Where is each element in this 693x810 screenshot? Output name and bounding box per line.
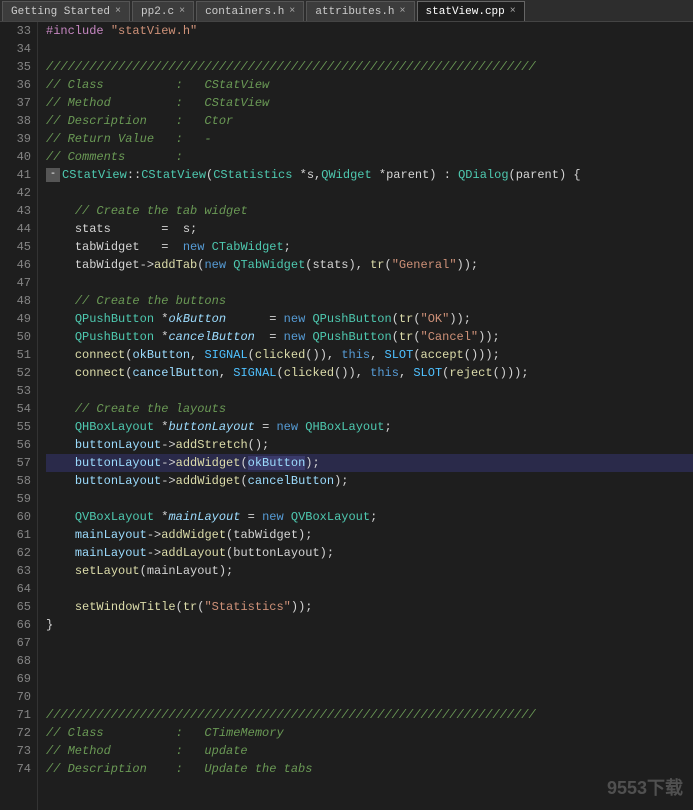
- code-line-47: [46, 274, 693, 292]
- code-line-58: buttonLayout->addWidget(cancelButton);: [46, 472, 693, 490]
- code-line-59: [46, 490, 693, 508]
- code-line-65: setWindowTitle(tr("Statistics"));: [46, 598, 693, 616]
- code-line-53: [46, 382, 693, 400]
- code-line-48: // Create the buttons: [46, 292, 693, 310]
- tab-label: pp2.c: [141, 6, 174, 18]
- tab-label: containers.h: [205, 6, 284, 18]
- tab-close-icon[interactable]: ×: [179, 6, 185, 17]
- code-line-54: // Create the layouts: [46, 400, 693, 418]
- tab-close-icon[interactable]: ×: [400, 6, 406, 17]
- code-line-57: buttonLayout->addWidget(okButton);: [46, 454, 693, 472]
- code-line-67: [46, 634, 693, 652]
- code-line-37: // Method : CStatView: [46, 94, 693, 112]
- code-line-68: [46, 652, 693, 670]
- tab-statview-cpp[interactable]: statView.cpp ×: [417, 1, 525, 21]
- code-line-49: QPushButton *okButton = new QPushButton(…: [46, 310, 693, 328]
- fold-icon[interactable]: -: [46, 168, 60, 182]
- code-line-61: mainLayout->addWidget(tabWidget);: [46, 526, 693, 544]
- line-numbers: 33 34 35 36 37 38 39 40 41 42 43 44 45 4…: [0, 22, 38, 810]
- code-line-36: // Class : CStatView: [46, 76, 693, 94]
- tab-close-icon[interactable]: ×: [115, 6, 121, 17]
- code-line-70: [46, 688, 693, 706]
- code-line-66: }: [46, 616, 693, 634]
- code-line-43: // Create the tab widget: [46, 202, 693, 220]
- tab-label: attributes.h: [315, 6, 394, 18]
- code-line-46: tabWidget->addTab(new QTabWidget(stats),…: [46, 256, 693, 274]
- code-line-38: // Description : Ctor: [46, 112, 693, 130]
- code-line-41: -CStatView::CStatView(CStatistics *s,QWi…: [46, 166, 693, 184]
- code-line-71: ////////////////////////////////////////…: [46, 706, 693, 724]
- code-line-62: mainLayout->addLayout(buttonLayout);: [46, 544, 693, 562]
- code-line-52: connect(cancelButton, SIGNAL(clicked()),…: [46, 364, 693, 382]
- code-line-74: // Description : Update the tabs: [46, 760, 693, 778]
- code-line-73: // Method : update: [46, 742, 693, 760]
- code-line-33: #include "statView.h": [46, 22, 693, 40]
- editor: 33 34 35 36 37 38 39 40 41 42 43 44 45 4…: [0, 22, 693, 810]
- code-line-42: [46, 184, 693, 202]
- tab-label: Getting Started: [11, 6, 110, 18]
- code-content[interactable]: #include "statView.h" //////////////////…: [38, 22, 693, 810]
- tab-containers-h[interactable]: containers.h ×: [196, 1, 304, 21]
- tab-pp2c[interactable]: pp2.c ×: [132, 1, 194, 21]
- code-line-60: QVBoxLayout *mainLayout = new QVBoxLayou…: [46, 508, 693, 526]
- code-line-51: connect(okButton, SIGNAL(clicked()), thi…: [46, 346, 693, 364]
- code-line-69: [46, 670, 693, 688]
- code-line-39: // Return Value : -: [46, 130, 693, 148]
- code-line-64: [46, 580, 693, 598]
- tab-close-icon[interactable]: ×: [510, 6, 516, 17]
- tab-bar: Getting Started × pp2.c × containers.h ×…: [0, 0, 693, 22]
- code-line-50: QPushButton *cancelButton = new QPushBut…: [46, 328, 693, 346]
- code-line-63: setLayout(mainLayout);: [46, 562, 693, 580]
- tab-close-icon[interactable]: ×: [289, 6, 295, 17]
- code-line-34: [46, 40, 693, 58]
- code-line-72: // Class : CTimeMemory: [46, 724, 693, 742]
- code-line-35: ////////////////////////////////////////…: [46, 58, 693, 76]
- tab-label: statView.cpp: [426, 6, 505, 18]
- code-line-40: // Comments :: [46, 148, 693, 166]
- tab-getting-started[interactable]: Getting Started ×: [2, 1, 130, 21]
- code-line-56: buttonLayout->addStretch();: [46, 436, 693, 454]
- tab-attributes-h[interactable]: attributes.h ×: [306, 1, 414, 21]
- code-line-44: stats = s;: [46, 220, 693, 238]
- code-line-45: tabWidget = new CTabWidget;: [46, 238, 693, 256]
- code-line-55: QHBoxLayout *buttonLayout = new QHBoxLay…: [46, 418, 693, 436]
